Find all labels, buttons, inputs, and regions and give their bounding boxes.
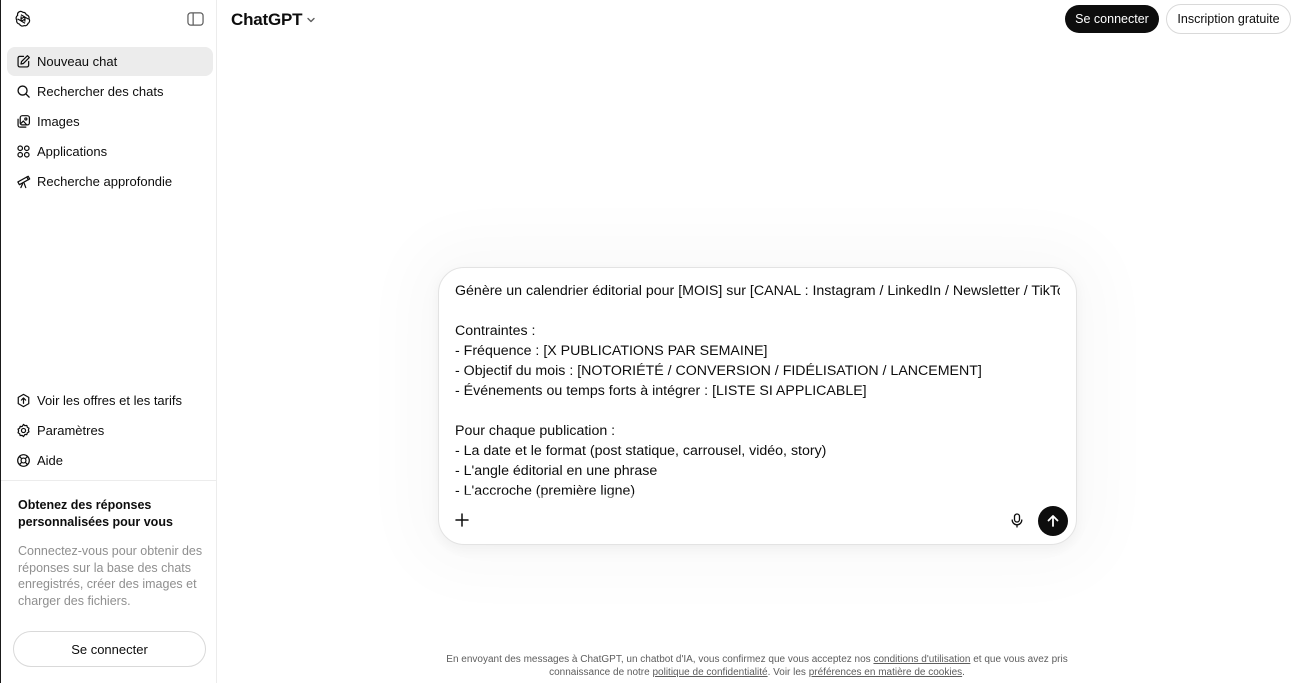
sidebar-item-images[interactable]: Images: [7, 107, 213, 136]
sidebar-login-button[interactable]: Se connecter: [13, 631, 206, 667]
arrow-up-icon: [1047, 515, 1059, 527]
help-icon: [17, 454, 30, 467]
promo-title: Obtenez des réponses personnalisées pour…: [18, 498, 173, 529]
legal-footer: En envoyant des messages à ChatGPT, un c…: [446, 653, 1068, 679]
sidebar-nav: Nouveau chat Rechercher des chats Images…: [7, 47, 213, 197]
footer-text: En envoyant des messages à ChatGPT, un c…: [446, 654, 874, 665]
sidebar-item-label: Recherche approfondie: [37, 174, 173, 189]
sidebar-toggle-icon[interactable]: [187, 11, 204, 27]
sidebar-item-label: Paramètres: [37, 423, 105, 438]
footer-text: .: [962, 667, 965, 678]
openai-logo-icon[interactable]: [14, 10, 32, 28]
sidebar-item-label: Aide: [37, 453, 64, 468]
sidebar-item-settings[interactable]: Paramètres: [7, 416, 213, 445]
gear-icon: [17, 423, 30, 438]
edit-icon: [17, 55, 30, 68]
sidebar-header: [1, 0, 217, 40]
sidebar-item-label: Rechercher des chats: [37, 84, 164, 99]
apps-grid-icon: [17, 145, 30, 158]
chevron-down-icon: [307, 17, 316, 23]
cookies-link[interactable]: préférences en matière de cookies: [809, 667, 962, 678]
sidebar-item-label: Applications: [37, 144, 108, 159]
sidebar-item-applications[interactable]: Applications: [7, 137, 213, 166]
login-promo: Obtenez des réponses personnalisées pour…: [18, 497, 208, 610]
telescope-icon: [17, 175, 31, 189]
search-icon: [17, 85, 30, 98]
sidebar-item-new-chat[interactable]: Nouveau chat: [7, 47, 213, 76]
header-login-button[interactable]: Se connecter: [1065, 5, 1159, 33]
sidebar-item-deep-research[interactable]: Recherche approfondie: [7, 167, 213, 196]
prompt-composer: Génère un calendrier éditorial pour [MOI…: [438, 267, 1077, 545]
sidebar-item-label: Images: [37, 114, 80, 129]
sidebar-item-plans[interactable]: Voir les offres et les tarifs: [7, 386, 213, 415]
footer-text: . Voir les: [767, 667, 809, 678]
sidebar-item-label: Nouveau chat: [37, 54, 118, 69]
promo-text: Connectez-vous pour obtenir des réponses…: [18, 544, 203, 609]
prompt-fade: [455, 494, 1060, 514]
send-button[interactable]: [1038, 506, 1068, 536]
sidebar-item-label: Voir les offres et les tarifs: [37, 393, 182, 408]
sidebar-item-help[interactable]: Aide: [7, 446, 213, 475]
model-selector[interactable]: ChatGPT: [231, 9, 316, 31]
microphone-icon[interactable]: [1010, 513, 1024, 528]
sidebar-divider: [1, 480, 217, 481]
model-name: ChatGPT: [231, 10, 303, 29]
prompt-textarea[interactable]: Génère un calendrier éditorial pour [MOI…: [455, 281, 1060, 510]
upgrade-icon: [17, 393, 30, 408]
sidebar-bottom-nav: Voir les offres et les tarifs Paramètres…: [7, 386, 213, 476]
images-icon: [17, 115, 31, 128]
sidebar: Nouveau chat Rechercher des chats Images…: [0, 0, 217, 683]
terms-link[interactable]: conditions d'utilisation: [873, 654, 970, 665]
privacy-link[interactable]: politique de confidentialité: [652, 667, 767, 678]
plus-icon[interactable]: [455, 513, 469, 527]
sidebar-item-search-chats[interactable]: Rechercher des chats: [7, 77, 213, 106]
signup-button[interactable]: Inscription gratuite: [1166, 4, 1291, 34]
